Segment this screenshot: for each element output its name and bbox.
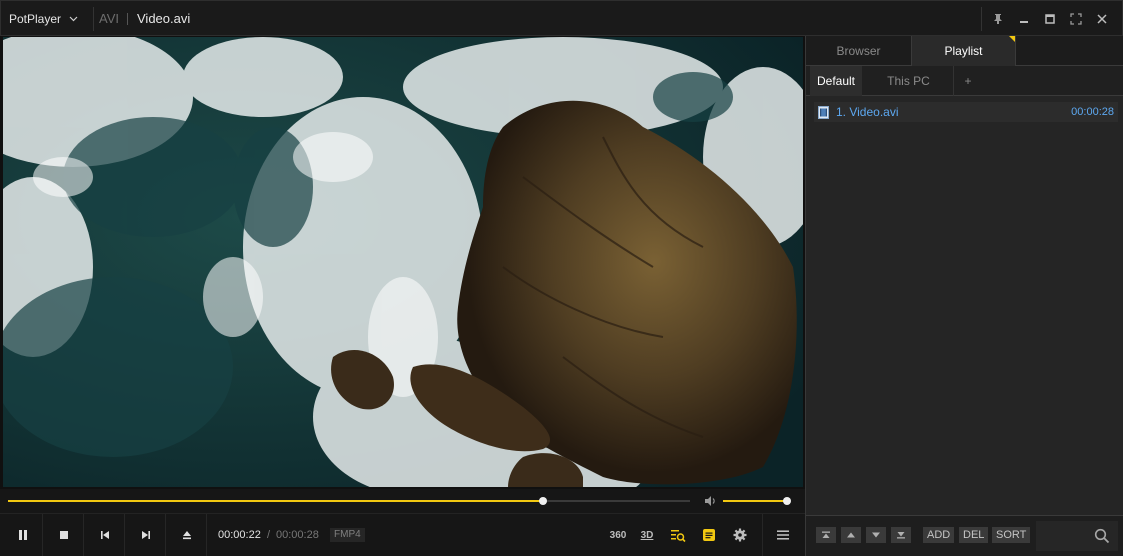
window-title: Video.avi: [137, 11, 191, 26]
video-file-icon: [818, 106, 829, 119]
playlist-panel: Browser Playlist Default This PC + 1. Vi…: [805, 36, 1123, 556]
maximize-button[interactable]: [1038, 7, 1062, 31]
volume-icon[interactable]: [704, 495, 718, 507]
move-top-icon: [822, 531, 830, 538]
tab-playlist[interactable]: Playlist: [911, 36, 1016, 66]
minimize-button[interactable]: [1012, 7, 1036, 31]
divider: [981, 7, 982, 31]
current-time: 00:00:22: [218, 529, 261, 541]
next-button[interactable]: [126, 514, 166, 556]
volume-handle[interactable]: [783, 497, 791, 505]
window-controls: [977, 1, 1122, 37]
expand-icon: [1070, 13, 1082, 25]
move-top-button[interactable]: [816, 527, 836, 543]
vr-360-label: 360: [609, 529, 627, 541]
previous-button[interactable]: [85, 514, 125, 556]
move-down-button[interactable]: [866, 527, 886, 543]
volume-level: [723, 500, 787, 502]
minimize-icon: [1020, 21, 1028, 23]
divider: [762, 514, 763, 556]
seek-handle[interactable]: [539, 497, 548, 505]
pause-button[interactable]: [3, 514, 43, 556]
3d-button[interactable]: 3D: [635, 523, 659, 547]
tab-browser[interactable]: Browser: [806, 36, 911, 66]
search-icon[interactable]: [1094, 528, 1110, 544]
codec-badge[interactable]: FMP4: [330, 528, 365, 542]
menu-button[interactable]: [771, 523, 795, 547]
playlist-subtabs: Default This PC +: [806, 66, 1123, 96]
divider: [93, 7, 94, 31]
volume-slider[interactable]: [723, 497, 791, 505]
skip-next-icon: [141, 531, 150, 539]
eject-button[interactable]: [167, 514, 207, 556]
gear-icon: [733, 528, 747, 542]
panel-tabs: Browser Playlist: [806, 36, 1123, 66]
skip-previous-icon: [100, 531, 109, 539]
hamburger-icon: [777, 530, 789, 540]
time-separator: /: [267, 529, 271, 541]
playlist-search-button[interactable]: [666, 523, 690, 547]
video-display[interactable]: [3, 37, 803, 487]
video-frame: [3, 37, 803, 487]
subtab-this-pc[interactable]: This PC: [864, 66, 954, 96]
playlist-footer: ADD DEL SORT: [806, 515, 1123, 556]
total-time: 00:00:28: [276, 529, 319, 541]
close-button[interactable]: [1090, 7, 1114, 31]
seek-bar[interactable]: [8, 497, 690, 505]
playlist-search-field[interactable]: [1036, 521, 1118, 551]
3d-label: 3D: [640, 529, 654, 541]
subtitle-button[interactable]: [697, 523, 721, 547]
control-bar: 00:00:22 / 00:00:28 FMP4 360 3D: [0, 513, 805, 556]
fullscreen-button[interactable]: [1064, 7, 1088, 31]
move-up-button[interactable]: [841, 527, 861, 543]
sort-button[interactable]: SORT: [992, 527, 1031, 543]
add-tab-button[interactable]: +: [956, 66, 980, 96]
arrow-down-icon: [872, 532, 880, 538]
pause-icon: [18, 530, 27, 540]
title-bar: PotPlayer AVI Video.avi: [0, 0, 1123, 36]
divider: [127, 13, 128, 25]
playlist-item-duration: 00:00:28: [1071, 106, 1114, 118]
eject-icon: [182, 531, 191, 540]
maximize-icon: [1045, 14, 1055, 24]
add-button[interactable]: ADD: [923, 527, 955, 543]
subtitle-icon: [703, 529, 715, 541]
stop-button[interactable]: [44, 514, 84, 556]
format-label: AVI: [99, 11, 119, 26]
seek-progress: [8, 500, 544, 502]
playlist-item-name: 1. Video.avi: [836, 105, 899, 119]
chevron-down-icon: [69, 16, 78, 22]
close-icon: [1097, 14, 1107, 24]
seek-row: [0, 489, 805, 513]
vr-360-button[interactable]: 360: [606, 523, 630, 547]
move-bottom-icon: [897, 532, 905, 539]
stop-icon: [59, 531, 68, 539]
move-bottom-button[interactable]: [891, 527, 911, 543]
delete-button[interactable]: DEL: [959, 527, 989, 543]
subtab-default[interactable]: Default: [810, 66, 862, 96]
playlist-item[interactable]: 1. Video.avi 00:00:28: [814, 102, 1118, 122]
settings-button[interactable]: [728, 523, 752, 547]
arrow-up-icon: [847, 532, 855, 538]
app-menu-label: PotPlayer: [9, 12, 62, 26]
app-menu-button[interactable]: PotPlayer: [9, 1, 78, 37]
pin-button[interactable]: [986, 7, 1010, 31]
list-search-icon: [671, 530, 686, 543]
pin-icon: [994, 14, 1002, 24]
